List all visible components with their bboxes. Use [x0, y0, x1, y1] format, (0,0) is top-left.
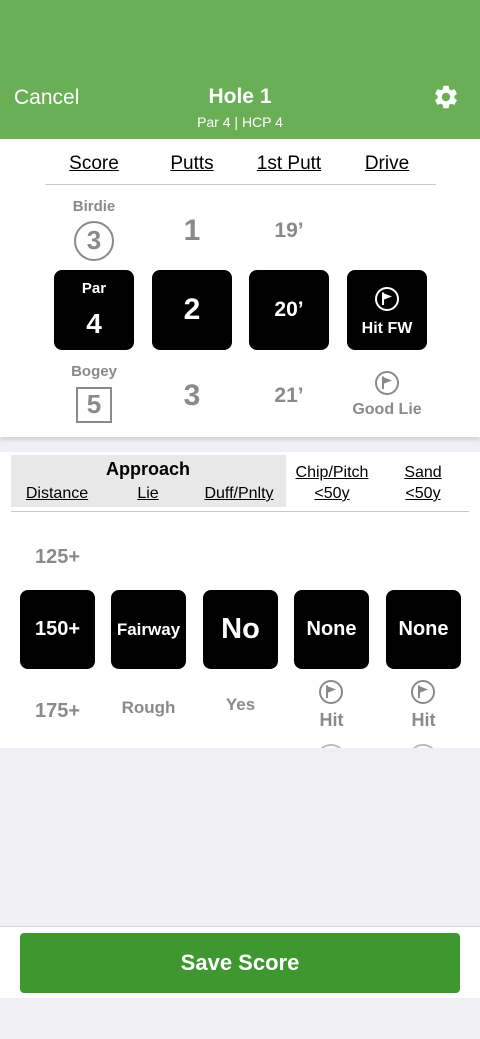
lie-selected-tile[interactable]: Fairway	[111, 590, 186, 669]
distance-option-above[interactable]: 125+	[20, 546, 95, 569]
score-selected-tile[interactable]: Par 4	[54, 270, 134, 350]
chip-column-header-sub[interactable]: <50y	[287, 485, 377, 503]
flag-icon[interactable]	[374, 370, 400, 396]
chip-selected-tile[interactable]: None	[294, 590, 369, 669]
header-bar: Cancel Hole 1 Par 4 | HCP 4	[0, 0, 480, 139]
flag-icon	[375, 287, 399, 311]
sand-option-hit[interactable]: Hit	[386, 710, 461, 731]
drive-option-good-lie[interactable]: Good Lie	[337, 401, 437, 419]
putts-option-above[interactable]: 1	[152, 214, 232, 248]
putts-column-header[interactable]: Putts	[143, 153, 241, 175]
putts-selected-tile[interactable]: 2	[152, 270, 232, 350]
save-score-button[interactable]: Save Score	[20, 933, 460, 993]
sand-selected-tile[interactable]: None	[386, 590, 461, 669]
first-putt-selected-tile[interactable]: 20’	[249, 270, 329, 350]
hole-subtitle: Par 4 | HCP 4	[197, 114, 283, 130]
chip-column-header[interactable]: Chip/Pitch	[287, 464, 377, 482]
header-divider	[45, 184, 436, 185]
score-option-bogey[interactable]: 5	[76, 387, 112, 423]
flag-icon	[411, 680, 435, 704]
lie-column-header[interactable]: Lie	[118, 485, 178, 503]
distance-selected-tile[interactable]: 150+	[20, 590, 95, 669]
approach-title: Approach	[105, 459, 190, 479]
chip-overflow-option	[316, 744, 346, 748]
sand-column-header-sub[interactable]: <50y	[388, 485, 458, 503]
duff-option-below[interactable]: Yes	[203, 695, 278, 715]
drive-selected-label: Hit FW	[361, 320, 413, 337]
putts-option-below[interactable]: 3	[152, 379, 232, 413]
score-below-label: Bogey	[71, 363, 117, 380]
score-above-label: Birdie	[72, 198, 116, 215]
lie-option-below[interactable]: Rough	[111, 698, 186, 718]
first-putt-option-above[interactable]: 19’	[249, 219, 329, 243]
distance-option-below[interactable]: 175+	[20, 700, 95, 723]
sand-column-header[interactable]: Sand	[388, 464, 458, 482]
duff-selected-tile[interactable]: No	[203, 590, 278, 669]
gear-icon[interactable]	[432, 83, 460, 111]
page-title: Hole 1	[208, 85, 272, 108]
first-putt-option-below[interactable]: 21’	[249, 384, 329, 408]
first-putt-column-header[interactable]: 1st Putt	[240, 153, 338, 175]
drive-column-header[interactable]: Drive	[338, 153, 436, 175]
score-selected-value: 4	[86, 308, 102, 339]
chip-option-hit[interactable]: Hit	[294, 710, 369, 731]
flag-icon	[319, 680, 343, 704]
sand-overflow-option	[408, 744, 438, 748]
drive-selected-tile[interactable]: Hit FW	[347, 270, 427, 350]
duff-column-header[interactable]: Duff/Pnlty	[195, 485, 283, 503]
score-column-header[interactable]: Score	[45, 153, 143, 175]
score-selected-label: Par	[81, 280, 107, 297]
score-option-birdie[interactable]: 3	[74, 221, 114, 261]
distance-column-header[interactable]: Distance	[17, 485, 97, 503]
approach-divider	[11, 511, 469, 512]
